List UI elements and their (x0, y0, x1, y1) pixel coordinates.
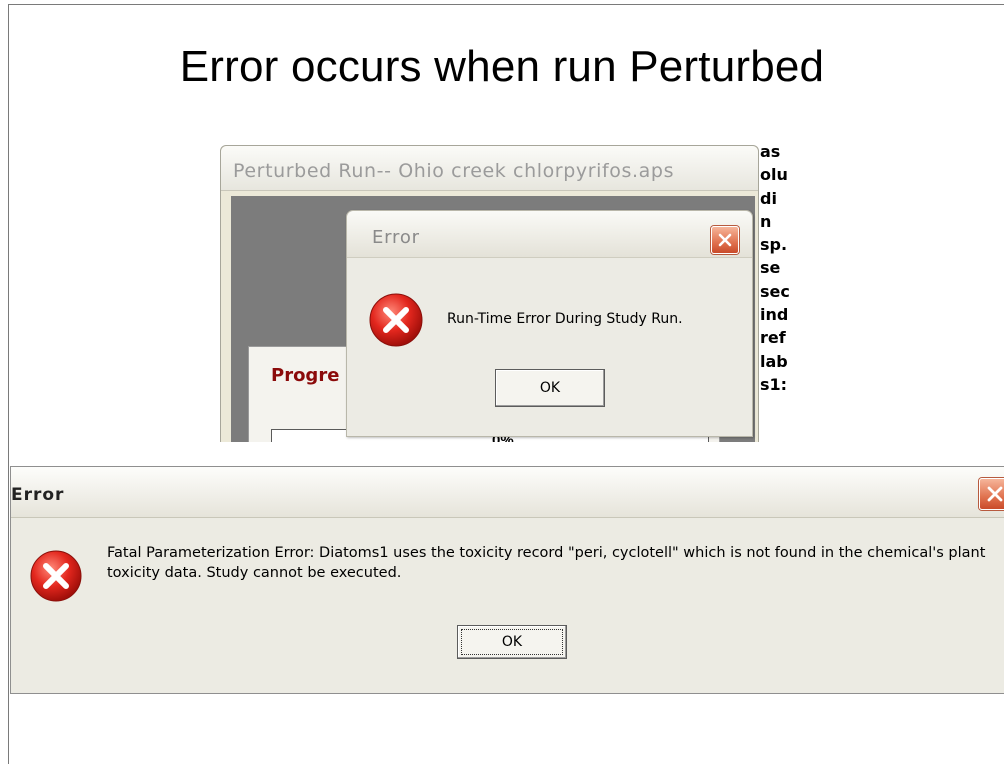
dialog-titlebar[interactable] (11, 467, 1004, 518)
text-fragment: n (760, 211, 772, 231)
dialog-title: Error (372, 227, 420, 248)
error-icon (30, 550, 82, 602)
close-button[interactable] (711, 226, 739, 254)
close-icon (987, 486, 1003, 502)
error-dialog-fatal-parameterization: Error Fatal Parameterization Error: Diat… (10, 466, 1004, 694)
background-text-fragments: as olu di n sp. se sec ind ref lab s1: (760, 140, 790, 396)
text-fragment: lab (760, 351, 788, 371)
text-fragment: di (760, 188, 777, 208)
slide-title: Error occurs when run Perturbed (179, 42, 825, 91)
error-icon (369, 293, 423, 347)
progress-label: Progre (271, 365, 340, 386)
ok-button[interactable]: OK (495, 369, 605, 407)
text-fragment: ind (760, 305, 789, 325)
text-fragment: sec (760, 281, 790, 301)
dialog-title: Error (11, 485, 65, 505)
text-fragment: olu (760, 165, 788, 185)
dialog-message: Run-Time Error During Study Run. (447, 311, 683, 327)
text-fragment: se (760, 258, 781, 278)
text-fragment: sp. (760, 235, 788, 255)
ok-button[interactable]: OK (457, 625, 567, 659)
text-fragment: as (760, 142, 781, 161)
text-fragment: ref (760, 328, 786, 348)
screenshot-perturbed-run: Perturbed Run-- Ohio creek chlorpyrifos.… (220, 140, 790, 442)
window-title: Perturbed Run-- Ohio creek chlorpyrifos.… (233, 160, 675, 182)
error-dialog-runtime: Error Run-Time Error During Study Run. O… (346, 210, 753, 437)
close-button[interactable] (979, 478, 1004, 510)
dialog-message: Fatal Parameterization Error: Diatoms1 u… (107, 545, 986, 581)
text-fragment: s1: (760, 374, 788, 394)
close-icon (718, 233, 732, 247)
